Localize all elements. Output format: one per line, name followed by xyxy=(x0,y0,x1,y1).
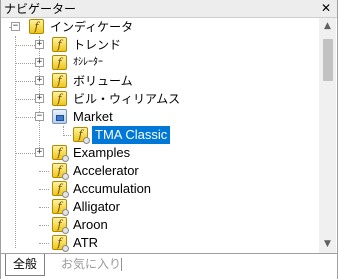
tree-item-label: Accelerator xyxy=(73,163,139,178)
custom-indicator-icon: f xyxy=(52,199,69,216)
tree-item-label: インディケータ xyxy=(50,20,134,34)
tree-item-market[interactable]: − Market xyxy=(1,108,319,126)
custom-indicator-icon: f xyxy=(52,181,69,198)
indicator-icon: f xyxy=(52,73,67,88)
tree-item-label: ATR xyxy=(73,235,99,250)
expand-toggle[interactable]: + xyxy=(35,58,44,67)
tree-line xyxy=(39,207,49,208)
title-bar: ナビゲーター ✕ xyxy=(1,0,337,18)
market-folder-icon xyxy=(52,109,67,124)
scrollbar-thumb[interactable] xyxy=(323,39,333,81)
tree-item-label: Aroon xyxy=(73,217,108,232)
tree-item-accumulation[interactable]: f Accumulation xyxy=(1,180,319,198)
tree-line xyxy=(39,171,49,172)
tree-line xyxy=(39,243,49,244)
close-button[interactable]: ✕ xyxy=(318,0,334,17)
tree-item-label: Accumulation xyxy=(73,181,152,196)
collapse-toggle[interactable]: − xyxy=(11,22,20,31)
scroll-up-arrow-icon[interactable]: ▲ xyxy=(319,18,336,35)
expand-toggle[interactable]: + xyxy=(35,40,44,49)
tree-line xyxy=(15,81,35,82)
tree-item-bill-williams[interactable]: + f ビル・ウィリアムス xyxy=(1,90,319,108)
custom-indicator-icon: f xyxy=(52,217,69,234)
collapse-toggle[interactable]: − xyxy=(35,112,44,121)
tree-item-aroon[interactable]: f Aroon xyxy=(1,216,319,234)
expand-toggle[interactable]: + xyxy=(35,148,44,157)
tree-line xyxy=(15,99,35,100)
vertical-scrollbar[interactable]: ▲ ▼ xyxy=(319,18,336,253)
custom-indicator-icon: f xyxy=(52,235,69,252)
tree-item-label: ビル・ウィリアムス xyxy=(73,92,181,106)
tree-item-label: トレンド xyxy=(73,38,122,52)
tree-item-oscillators[interactable]: + f ｵｼﾚｰﾀｰ xyxy=(1,54,319,72)
indicator-icon: f xyxy=(52,91,67,106)
tree-item-label: Alligator xyxy=(73,199,120,214)
tree-line xyxy=(15,117,35,118)
window-title: ナビゲーター xyxy=(4,2,77,16)
tree-item-label: Market xyxy=(73,109,113,124)
tree-line xyxy=(15,63,35,64)
tree-item-tma-classic[interactable]: f TMA Classic xyxy=(1,126,319,144)
navigator-panel: ナビゲーター ✕ − f インディケータ + f トレンド + f ｵｼﾚｰﾀｰ xyxy=(0,0,338,279)
tree-line xyxy=(15,153,35,154)
tree-item-label: Examples xyxy=(73,145,131,160)
tree-item-label-selected: TMA Classic xyxy=(92,126,171,144)
tree-item-accelerator[interactable]: f Accelerator xyxy=(1,162,319,180)
tree-item-trend[interactable]: + f トレンド xyxy=(1,36,319,54)
expand-toggle[interactable]: + xyxy=(35,76,44,85)
tree-item-label: ボリューム xyxy=(73,74,133,88)
tree-item-volumes[interactable]: + f ボリューム xyxy=(1,72,319,90)
tree-item-atr[interactable]: f ATR xyxy=(1,234,319,252)
tree-item-indicators[interactable]: − f インディケータ xyxy=(1,18,319,36)
tree-item-alligator[interactable]: f Alligator xyxy=(1,198,319,216)
custom-indicator-icon: f xyxy=(52,145,69,162)
tree-line xyxy=(15,45,35,46)
tree-item-examples[interactable]: + f Examples xyxy=(1,144,319,162)
tree-line xyxy=(39,189,49,190)
tab-favorites[interactable]: お気に入り xyxy=(51,254,131,276)
tree-line xyxy=(63,135,71,136)
tree-line xyxy=(39,225,49,226)
tab-bar: 全般 お気に入り xyxy=(1,253,337,279)
navigator-tree: − f インディケータ + f トレンド + f ｵｼﾚｰﾀｰ + f ボリュー… xyxy=(1,18,319,253)
custom-indicator-icon: f xyxy=(73,127,90,144)
custom-indicator-icon: f xyxy=(52,163,69,180)
expand-toggle[interactable]: + xyxy=(35,94,44,103)
tree-item-label: ｵｼﾚｰﾀｰ xyxy=(73,57,103,68)
indicator-icon: f xyxy=(52,55,67,70)
tab-divider xyxy=(121,258,122,271)
scroll-down-arrow-icon[interactable]: ▼ xyxy=(319,236,336,253)
indicator-icon: f xyxy=(52,37,67,52)
tab-general[interactable]: 全般 xyxy=(5,254,45,276)
indicator-icon: f xyxy=(29,19,44,34)
